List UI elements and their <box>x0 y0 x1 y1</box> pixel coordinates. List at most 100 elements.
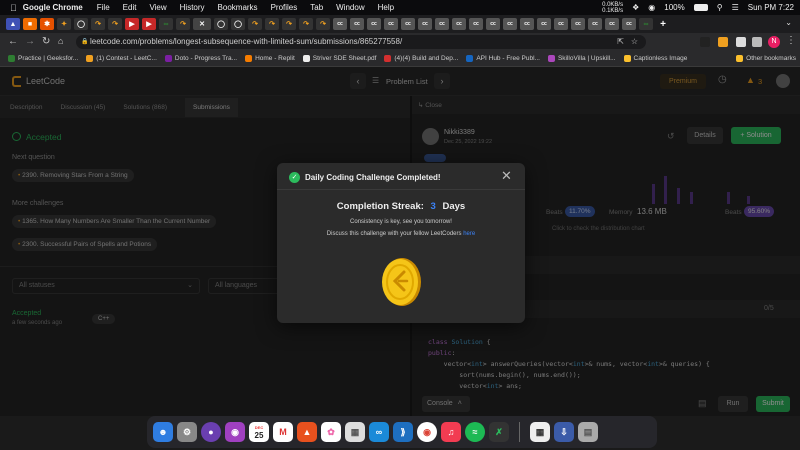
tab-icon[interactable]: cc <box>333 18 347 30</box>
tab-icon[interactable]: ↷ <box>91 18 105 30</box>
apple-icon[interactable]:  <box>10 3 17 13</box>
edge-icon[interactable]: ∞ <box>369 422 389 442</box>
reload-icon[interactable]: ↻ <box>42 36 50 47</box>
tab-icon[interactable]: cc <box>435 18 449 30</box>
network-speed[interactable]: 0.0KB/s 0.1KB/s <box>602 2 623 14</box>
menu-help[interactable]: Help <box>378 3 394 12</box>
chrome-icon[interactable]: ◉ <box>417 422 437 442</box>
tab-icon[interactable]: ▶ <box>125 18 139 30</box>
tab-icon[interactable]: cc <box>384 18 398 30</box>
excel-icon[interactable]: ✗ <box>489 422 509 442</box>
siri-icon[interactable]: ● <box>201 422 221 442</box>
bookmark-item[interactable]: Doto - Progress Tra... <box>164 55 237 62</box>
tab-icon[interactable]: ✦ <box>57 18 71 30</box>
menu-dots-icon[interactable]: ⋮ <box>786 35 796 46</box>
menu-view[interactable]: View <box>149 3 166 12</box>
gmail-icon[interactable]: M <box>273 422 293 442</box>
tab-icon[interactable]: cc <box>350 18 364 30</box>
podcast-icon[interactable]: ◉ <box>225 422 245 442</box>
profile-avatar[interactable]: N <box>768 36 780 48</box>
music-icon[interactable]: ♫ <box>441 422 461 442</box>
share-icon[interactable]: ⇱ <box>617 35 624 49</box>
menu-window[interactable]: Window <box>336 3 364 12</box>
bookmark-item[interactable]: SkilloVilla | Upskill... <box>547 55 616 62</box>
bookmark-item[interactable]: Striver SDE Sheet.pdf <box>302 55 376 62</box>
new-tab-icon[interactable]: + <box>656 18 670 30</box>
wifi-icon[interactable]: ◉ <box>648 3 655 12</box>
home-icon[interactable]: ⌂ <box>58 36 63 46</box>
tab-icon[interactable]: cc <box>367 18 381 30</box>
forward-icon[interactable]: → <box>25 36 35 47</box>
tab-icon[interactable]: ◯ <box>231 18 245 30</box>
url-field[interactable]: 🔒 leetcode.com/problems/longest-subseque… <box>76 35 646 49</box>
tab-icon[interactable]: cc <box>401 18 415 30</box>
downloads-stack-icon[interactable]: ⇩ <box>554 422 574 442</box>
launchpad-icon[interactable]: ▦ <box>345 422 365 442</box>
windows-app-icon[interactable]: ▦ <box>530 422 550 442</box>
battery-percent[interactable]: 100% <box>664 3 684 12</box>
tab-icon[interactable]: ■ <box>23 18 37 30</box>
bluetooth-icon[interactable]: ❖ <box>632 3 639 12</box>
bookmark-item[interactable]: (4)(4) Build and Dep... <box>384 55 458 62</box>
tab-active[interactable]: ✕ <box>193 18 211 30</box>
spotify-icon[interactable]: ≈ <box>465 422 485 442</box>
menu-tab[interactable]: Tab <box>310 3 323 12</box>
extension-icon[interactable] <box>736 37 746 47</box>
close-icon[interactable]: ✕ <box>501 168 512 184</box>
tab-icon[interactable]: cc <box>571 18 585 30</box>
finder-icon[interactable]: ☻ <box>153 422 173 442</box>
menu-file[interactable]: File <box>97 3 110 12</box>
tab-icon[interactable]: cc <box>554 18 568 30</box>
bookmark-item[interactable]: Home - Replit <box>245 55 295 62</box>
tab-icon[interactable]: cc <box>503 18 517 30</box>
tab-icon[interactable]: ▲ <box>6 18 20 30</box>
bookmark-folder[interactable]: Other bookmarks <box>736 55 796 62</box>
app-name[interactable]: Google Chrome <box>23 3 83 12</box>
tab-icon[interactable]: cc <box>452 18 466 30</box>
bookmark-item[interactable]: Practice | Geeksfor... <box>8 55 78 62</box>
tab-icon[interactable]: ↷ <box>108 18 122 30</box>
tab-icon[interactable]: cc <box>418 18 432 30</box>
tab-icon[interactable]: ◯ <box>214 18 228 30</box>
trash-icon[interactable]: ▤ <box>578 422 598 442</box>
tab-icon[interactable]: ↷ <box>282 18 296 30</box>
tab-icon[interactable]: ↷ <box>248 18 262 30</box>
control-center-icon[interactable]: ☰ <box>732 3 739 12</box>
extension-icon[interactable] <box>752 37 762 47</box>
photos-icon[interactable]: ✿ <box>321 422 341 442</box>
tab-icon[interactable]: ↷ <box>265 18 279 30</box>
bookmark-item[interactable]: Captionless Image <box>623 55 687 62</box>
menu-profiles[interactable]: Profiles <box>271 3 298 12</box>
menu-edit[interactable]: Edit <box>123 3 137 12</box>
discuss-link[interactable]: here <box>463 231 475 237</box>
tab-icon[interactable]: cc <box>605 18 619 30</box>
tab-icon[interactable]: cc <box>469 18 483 30</box>
tab-icon[interactable]: ◯ <box>74 18 88 30</box>
vscode-icon[interactable]: ⟫ <box>393 422 413 442</box>
system-settings-icon[interactable]: ⚙ <box>177 422 197 442</box>
menu-bookmarks[interactable]: Bookmarks <box>218 3 258 12</box>
calendar-icon[interactable]: DEC 25 <box>249 422 269 442</box>
star-icon[interactable]: ☆ <box>631 35 638 49</box>
back-icon[interactable]: ← <box>8 36 18 47</box>
tab-icon[interactable]: ∞ <box>159 18 173 30</box>
tab-icon[interactable]: ✱ <box>40 18 54 30</box>
tab-icon[interactable]: cc <box>520 18 534 30</box>
bookmark-item[interactable]: (1) Contest - LeetC... <box>86 55 157 62</box>
tab-search-icon[interactable]: ⌄ <box>785 18 792 27</box>
tab-icon[interactable]: ↷ <box>316 18 330 30</box>
tab-icon[interactable]: cc <box>486 18 500 30</box>
tab-icon[interactable]: cc <box>588 18 602 30</box>
tab-icon[interactable]: cc <box>622 18 636 30</box>
bookmark-item[interactable]: API Hub - Free Publ... <box>466 55 540 62</box>
menu-history[interactable]: History <box>180 3 205 12</box>
tab-icon[interactable]: ↷ <box>299 18 313 30</box>
tab-icon[interactable]: cc <box>537 18 551 30</box>
extension-icon[interactable] <box>718 37 728 47</box>
battery-icon[interactable] <box>693 4 708 11</box>
clock[interactable]: Sun PM 7:22 <box>748 3 794 12</box>
tab-icon[interactable]: ↷ <box>176 18 190 30</box>
search-icon[interactable]: ⚲ <box>717 3 723 12</box>
tab-icon[interactable]: ∞ <box>639 18 653 30</box>
extension-icon[interactable] <box>700 37 710 47</box>
